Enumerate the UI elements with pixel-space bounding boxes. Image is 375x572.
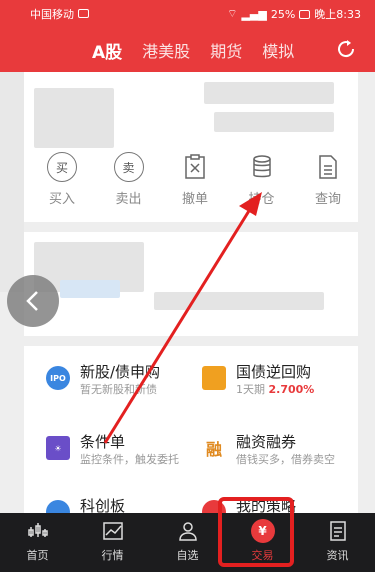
chevron-left-icon [26,291,38,311]
nav-watchlist[interactable]: 自选 [150,513,225,572]
buy-label: 买入 [48,192,75,207]
service-title: 条件单 [80,433,126,451]
battery-level: 25% [270,7,296,21]
sell-label: 卖出 [115,192,142,207]
nav-home[interactable]: 首页 [0,513,75,572]
tab-a-shares[interactable]: A股 [92,36,122,65]
buy-icon: 买 [47,152,77,182]
query-button[interactable]: 查询 [302,152,354,207]
ipo-subscribe[interactable]: IPO 新股/债申购 暂无新股和新债 [46,362,160,397]
ipo-icon: IPO [46,366,70,390]
blurred-content [60,280,120,298]
services-panel: IPO 新股/债申购 暂无新股和新债 国债逆回购 1天期 2.700% ☀ 条件… [24,346,358,524]
query-label: 查询 [314,192,341,207]
signal-icon: ▂▄▆ [241,7,267,21]
nav-news[interactable]: 资讯 [300,513,375,572]
refresh-icon[interactable] [335,38,357,60]
sell-button[interactable]: 卖 卖出 [103,152,155,207]
margin-trading[interactable]: 融 融资融券 借钱买多，借券卖空 [202,432,335,467]
blurred-content [204,82,334,104]
header: A股 港美股 期货 模拟 [0,28,375,72]
service-subtitle: 1天期 2.700% [236,383,315,396]
cancel-order-button[interactable]: 撤单 [169,152,221,207]
buy-button[interactable]: 买 买入 [36,152,88,207]
sim-icon [77,9,89,18]
tab-futures[interactable]: 期货 [210,36,242,65]
chart-icon [101,519,125,543]
service-subtitle: 借钱买多，借券卖空 [236,453,335,466]
blurred-content [214,112,334,132]
nav-label: 自选 [176,549,199,562]
conditional-order[interactable]: ☀ 条件单 监控条件，触发委托 [46,432,179,467]
clock: 晚上8:33 [314,8,361,21]
cancel-order-icon [180,152,210,182]
bottom-nav: 首页 行情 自选 ¥ 交易 资讯 [0,513,375,572]
positions-icon [247,152,277,182]
treasury-repo[interactable]: 国债逆回购 1天期 2.700% [202,362,314,397]
tab-hk-us[interactable]: 港美股 [142,36,190,65]
service-subtitle: 暂无新股和新债 [80,383,157,396]
positions-button[interactable]: 持仓 [236,152,288,207]
repo-rate: 2.700% [268,383,315,396]
ticket-icon [202,366,226,390]
carrier: 中国移动 [30,6,89,22]
info-card [24,232,358,336]
margin-icon: 融 [205,440,222,459]
status-bar: 中国移动 ⌔ ▂▄▆ 25% 晚上8:33 [0,0,375,28]
battery-icon [299,9,311,19]
service-title: 国债逆回购 [236,363,312,381]
back-button[interactable] [7,275,59,327]
service-subtitle: 监控条件，触发委托 [80,453,179,466]
nav-market[interactable]: 行情 [75,513,150,572]
bulb-icon: ☀ [46,436,70,460]
nav-label: 首页 [26,549,49,562]
home-candle-icon [26,519,50,543]
sell-icon: 卖 [113,152,144,182]
trade-actions: 买 买入 卖 卖出 撤单 持仓 查询 [30,152,360,207]
news-icon [326,519,350,543]
annotation-highlight-box [218,497,294,567]
market-tabs: A股 港美股 期货 模拟 [92,36,294,65]
positions-label: 持仓 [248,192,275,207]
service-title: 融资融券 [236,433,297,451]
service-title: 新股/债申购 [80,363,161,381]
tab-simulation[interactable]: 模拟 [262,36,294,65]
blurred-content [154,292,324,310]
document-icon [313,152,343,182]
wifi-icon: ⌔ [227,7,238,20]
nav-label: 行情 [101,549,124,562]
nav-label: 资讯 [326,549,349,562]
blurred-content [34,88,114,148]
cancel-order-label: 撤单 [181,192,208,207]
user-icon [176,519,200,543]
